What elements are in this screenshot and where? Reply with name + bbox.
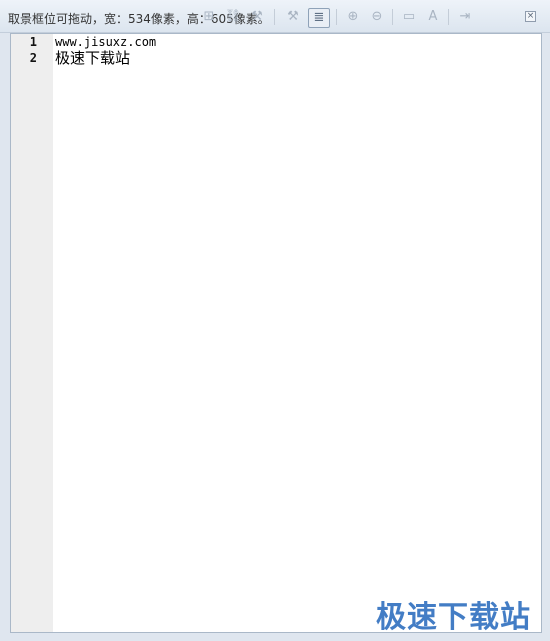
editor-line[interactable]: 2 极速下载站 bbox=[11, 50, 541, 67]
wrap-icon[interactable]: ≣ bbox=[308, 8, 330, 28]
line-content[interactable]: 极速下载站 bbox=[55, 50, 130, 67]
text-editor[interactable]: 1 www.jisuxz.com 2 极速下载站 bbox=[10, 33, 542, 633]
arrange-icon[interactable]: ⊞ bbox=[200, 8, 218, 26]
link-icon[interactable]: ⛓ bbox=[224, 8, 242, 26]
line-number: 2 bbox=[29, 51, 37, 65]
toolbar-divider bbox=[336, 9, 337, 25]
line-number-gutter bbox=[11, 34, 53, 632]
line-number: 1 bbox=[29, 35, 37, 49]
zoom-in-icon[interactable]: ⊕ bbox=[344, 8, 362, 26]
toolbar: 取景框位可拖动，宽：534像素，高：605像素。 ⊞ ⛓ ⚒ ⚒ ≣ ⊕ ⊖ ▭… bbox=[0, 0, 550, 33]
close-icon: × bbox=[526, 11, 535, 21]
zoom-out-icon[interactable]: ⊖ bbox=[368, 8, 386, 26]
toolbar-divider bbox=[392, 9, 393, 25]
panel-icon[interactable]: ▭ bbox=[400, 8, 418, 26]
watermark-logo: 极速下载站 bbox=[376, 600, 531, 635]
close-button[interactable]: × bbox=[525, 11, 536, 22]
font-icon[interactable]: A bbox=[424, 8, 442, 26]
toolbar-divider bbox=[448, 9, 449, 25]
tool-icon-2[interactable]: ⚒ bbox=[284, 8, 302, 26]
export-icon[interactable]: ⇥ bbox=[456, 8, 474, 26]
toolbar-divider bbox=[274, 9, 275, 25]
tool-icon[interactable]: ⚒ bbox=[248, 8, 266, 26]
